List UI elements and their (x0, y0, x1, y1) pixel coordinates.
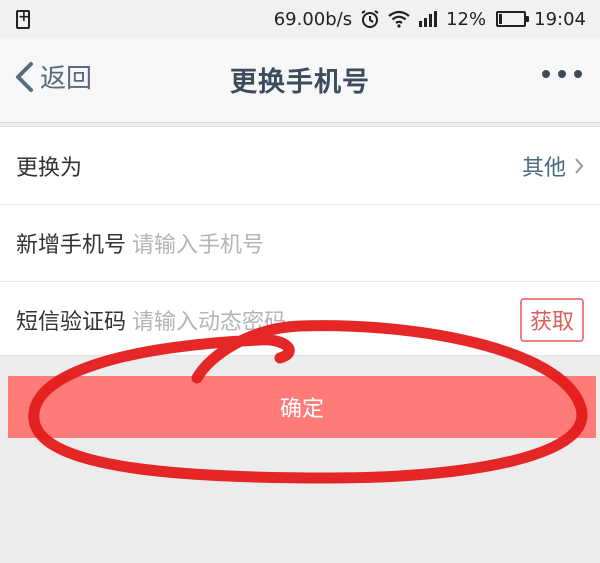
battery-fill (499, 14, 503, 24)
alarm-icon (361, 10, 379, 28)
more-dot-icon (574, 70, 582, 78)
new-phone-input[interactable]: 请输入手机号 (132, 227, 264, 259)
sms-code-input[interactable]: 请输入动态密码 (132, 304, 286, 336)
confirm-button[interactable]: 确定 (8, 376, 596, 438)
network-speed: 69.00b/s (273, 8, 353, 30)
nav-bar: 返回 更换手机号 (0, 38, 600, 123)
sim-icon (16, 9, 30, 29)
status-bar: 69.00b/s 12% 19:04 (0, 0, 600, 38)
new-phone-row[interactable]: 新增手机号 请输入手机号 (0, 204, 600, 281)
more-dot-icon (542, 70, 550, 78)
clock: 19:04 (534, 8, 586, 30)
get-code-button[interactable]: 获取 (519, 297, 584, 342)
sms-code-row[interactable]: 短信验证码 请输入动态密码 获取 (0, 281, 600, 358)
change-to-label: 更换为 (16, 155, 83, 181)
battery-percent: 12% (446, 8, 487, 30)
page-title: 更换手机号 (230, 67, 370, 98)
change-to-value: 其他 (521, 155, 566, 181)
wifi-icon (388, 10, 410, 28)
change-to-selector[interactable]: 其他 (522, 150, 584, 182)
more-button[interactable] (542, 70, 582, 78)
chevron-right-icon (575, 157, 584, 174)
more-dot-icon (558, 70, 566, 78)
change-to-row[interactable]: 更换为 其他 (0, 127, 600, 204)
new-phone-label: 新增手机号 (16, 232, 127, 258)
battery-icon (496, 11, 530, 27)
signal-icon (419, 11, 438, 27)
phone-change-form: 更换为 其他 新增手机号 请输入手机号 短信验证码 请输入动态密码 获取 (0, 126, 600, 356)
sms-code-label: 短信验证码 (16, 309, 127, 335)
